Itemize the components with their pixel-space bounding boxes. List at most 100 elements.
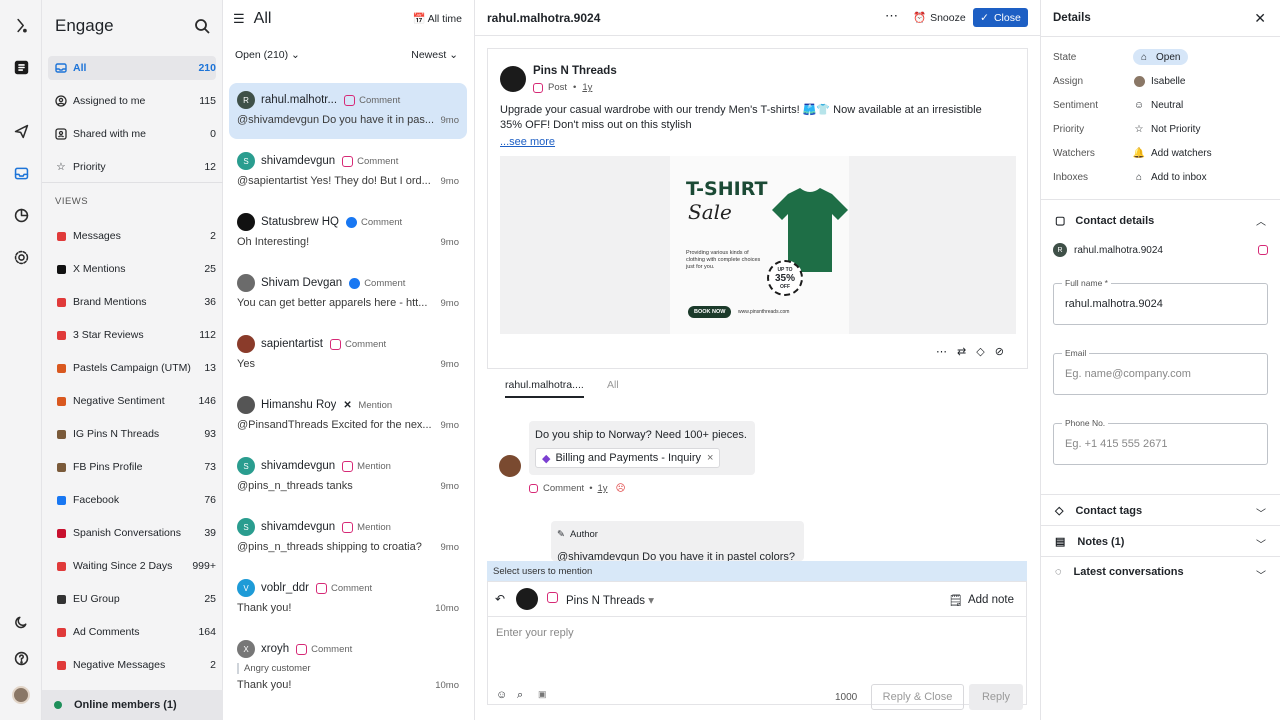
tab-all[interactable]: All [607,379,619,391]
chevron-down-icon[interactable]: ﹀ [1256,536,1266,551]
sidebar-view-item[interactable]: X Mentions 25 [48,257,216,281]
row-body: Thank you! 10mo [237,602,459,614]
add-to-inbox-button[interactable]: ⌂ Add to inbox [1133,171,1207,183]
post-image[interactable]: T-SHIRT Sale Providing various kinds of … [500,156,1016,334]
sidebar-view-item[interactable]: Negative Sentiment 146 [48,389,216,413]
message-time: 10mo [435,679,459,691]
conversation-row[interactable]: Shivam Devgan Comment You can get better a… [229,266,467,322]
more-options-icon[interactable]: ⋯ [885,8,898,24]
see-more-link[interactable]: ...see more [500,136,555,148]
conversation-row[interactable]: Sshivamdevgun Mention @pins_n_threads ship… [229,510,467,566]
comment-age[interactable]: 1y [598,483,608,494]
reply-input[interactable]: Enter your reply [496,627,574,639]
settings-gear-icon[interactable] [11,247,31,267]
more-icon[interactable]: ⋯ [936,345,947,358]
sidebar-item-shared[interactable]: Shared with me 0 [48,122,216,146]
reports-icon[interactable] [11,205,31,225]
sidebar-view-item[interactable]: Waiting Since 2 Days 999+ [48,554,216,578]
sidebar-item-all[interactable]: All 210 [48,56,216,80]
conversation-row[interactable]: Sshivamdevgun Mention @pins_n_threads tank… [229,449,467,505]
sidebar-view-item[interactable]: Brand Mentions 36 [48,290,216,314]
avatar [237,396,255,414]
reply-close-button[interactable]: Reply & Close [871,684,964,710]
conversation-row[interactable]: Vvoblr_ddr Comment Thank you! 10mo [229,571,467,627]
close-icon[interactable]: ✕ [1254,10,1266,27]
conversation-row[interactable]: Xxroyh Comment Angry customer Thank you! 10m… [229,632,467,691]
help-icon[interactable] [11,648,31,668]
time-filter[interactable]: 📅 All time [412,12,462,26]
reply-account-selector[interactable]: Pins N Threads ▾ [566,593,654,607]
alarm-clock-icon: ⏰ [913,12,927,24]
menu-icon[interactable]: ☰ [233,11,245,27]
conversation-row[interactable]: Statusbrew HQ Comment Oh Interesting! 9mo [229,205,467,261]
chevron-down-icon[interactable]: ﹀ [1256,505,1266,520]
close-conversation-button[interactable]: ✓ Close [973,8,1028,27]
notes-header[interactable]: ▤ Notes (1) [1055,535,1124,549]
assignee[interactable]: Isabelle [1133,75,1185,87]
sidebar-view-item[interactable]: Messages 2 [48,224,216,248]
state-badge[interactable]: ⌂ Open [1133,49,1189,65]
search-icon[interactable] [194,18,210,34]
sidebar-view-item[interactable]: Negative Messages 2 [48,653,216,677]
sidebar-view-item[interactable]: Spanish Conversations 39 [48,521,216,545]
message-time: 9mo [440,480,459,492]
ai-icon[interactable]: ▣ [538,689,547,700]
saved-replies-icon[interactable]: ⌕ [517,689,523,702]
contact-tags-header[interactable]: ◇ Contact tags [1055,504,1142,518]
translate-icon[interactable]: ⇄ [957,345,966,358]
message-type: Comment [360,216,403,228]
sort-filter[interactable]: Newest ⌄ [411,49,458,61]
conversation-row[interactable]: Himanshu Roy ✕ Mention @PinsandThreads Exci… [229,388,467,444]
post-actions: ⋯ ⇄ ◇ ⊘ [936,345,1004,358]
message-type: Comment [357,155,399,167]
sidebar-item-assigned[interactable]: Assigned to me 115 [48,89,216,113]
conversation-row[interactable]: sapientartist Comment Yes 9mo [229,327,467,383]
full-name-field[interactable]: Full name * rahul.malhotra.9024 [1053,278,1268,325]
detail-value: Isabelle [1151,75,1186,87]
message-preview: @shivamdevgun Do you have it in pas... [237,114,435,126]
user-avatar[interactable] [11,685,31,705]
post-age[interactable]: 1y [582,82,592,93]
sidebar-view-item[interactable]: 3 Star Reviews 112 [48,323,216,347]
sidebar-item-label: All [73,62,87,74]
reply-button[interactable]: Reply [969,684,1023,710]
comment-tag[interactable]: ◆ Billing and Payments - Inquiry × [535,448,721,468]
logo-icon[interactable] [11,15,31,35]
tag-icon[interactable]: ◇ [976,345,984,358]
author-name: sapientartist [261,338,324,350]
latest-conversations-header[interactable]: ◌ Latest conversations [1055,566,1184,578]
chevron-down-icon[interactable]: ﹀ [1256,567,1266,582]
reply-back-icon[interactable]: ↶ [495,592,505,606]
priority-value[interactable]: ☆ Not Priority [1133,123,1201,135]
publish-icon[interactable] [11,121,31,141]
emoji-icon[interactable]: ☺ [496,689,507,701]
sidebar-view-item[interactable]: EU Group 25 [48,587,216,611]
sidebar-view-item[interactable]: FB Pins Profile 73 [48,455,216,479]
sentiment-value[interactable]: ☺ Neutral [1133,99,1183,111]
sidebar-view-item[interactable]: Ad Comments 164 [48,620,216,644]
engage-inbox-icon[interactable] [11,163,31,183]
assign-icon[interactable]: ⊘ [995,345,1004,358]
sidebar-item-priority[interactable]: ☆ Priority 12 [48,155,216,179]
instagram-icon[interactable] [1258,245,1268,255]
phone-field[interactable]: Phone No. Eg. +1 415 555 2671 [1053,418,1268,465]
sidebar-view-item[interactable]: Pastels Campaign (UTM) 13 [48,356,216,380]
remove-tag-icon[interactable]: × [707,452,713,464]
sidebar-view-item[interactable]: Facebook 76 [48,488,216,512]
snooze-button[interactable]: ⏰ Snooze [913,11,966,25]
chevron-up-icon[interactable]: ︿ [1256,213,1266,228]
status-filter[interactable]: Open (210) ⌄ [235,49,300,61]
contact-details-header[interactable]: ▢ Contact details [1055,214,1154,228]
email-field[interactable]: Email Eg. name@company.com [1053,348,1268,395]
sidebar-view-item[interactable]: IG Pins N Threads 93 [48,422,216,446]
online-members[interactable]: Online members (1) [42,690,223,720]
instagram-icon [342,460,354,472]
brand-avatar-icon[interactable] [11,57,31,77]
tab-thread[interactable]: rahul.malhotra.... [505,379,584,398]
author-reply-text: @shivamdevgun Do you have it in pastel c… [557,551,796,561]
dark-mode-icon[interactable] [11,612,31,632]
add-note-button[interactable]: 🗒 Add note [948,593,1014,607]
add-watchers-button[interactable]: 🔔 Add watchers [1133,147,1212,159]
conversation-row[interactable]: Rrahul.malhotr... Comment @shivamdevgun Do… [229,83,467,139]
conversation-row[interactable]: Sshivamdevgun Comment @sapientartist Yes! … [229,144,467,200]
